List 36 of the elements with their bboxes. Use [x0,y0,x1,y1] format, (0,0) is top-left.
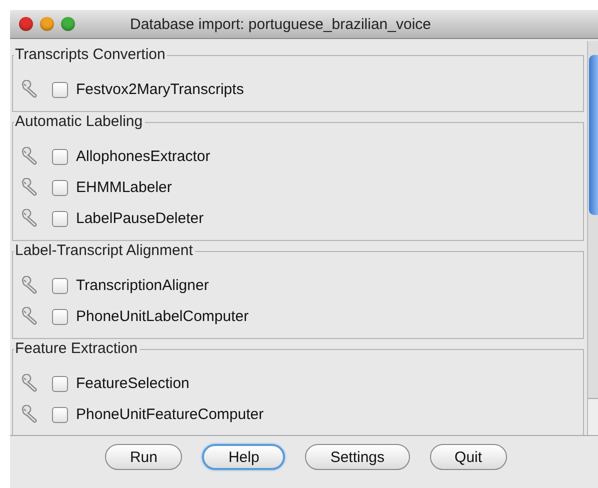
wrench-icon[interactable] [20,404,40,424]
checkbox-label: LabelPauseDeleter [76,210,204,227]
checkbox-label: PhoneUnitFeatureComputer [76,406,264,423]
close-button[interactable] [19,17,33,31]
dialog-button[interactable]: Quit [430,444,508,470]
checkbox[interactable] [52,308,68,324]
zoom-button[interactable] [61,17,75,31]
group-title: Automatic Labeling [14,113,145,130]
scrollbar[interactable] [587,41,598,435]
checkbox[interactable] [52,180,68,196]
checkbox[interactable] [52,278,68,294]
dialog-button[interactable]: Help [202,444,286,470]
window-title: Database import: portuguese_brazilian_voice [130,16,432,32]
minimize-button[interactable] [40,17,54,31]
checkbox-label: TranscriptionAligner [76,277,209,294]
wrench-icon[interactable] [20,374,40,394]
wrench-icon[interactable] [20,146,40,166]
checkbox-label: AllophonesExtractor [76,148,210,165]
checkbox-label: Festvox2MaryTranscripts [76,81,244,98]
wrench-icon[interactable] [20,208,40,228]
group-title: Label-Transcript Alignment [14,242,195,259]
dialog-button[interactable]: Settings [305,444,410,470]
wrench-icon[interactable] [20,80,40,100]
checkbox[interactable] [52,148,68,164]
wrench-icon[interactable] [20,306,40,326]
wrench-icon[interactable] [20,276,40,296]
checkbox[interactable] [52,210,68,226]
group-title: Transcripts Convertion [14,46,168,63]
wrench-icon[interactable] [20,178,40,198]
checkbox-label: PhoneUnitLabelComputer [76,308,249,325]
dialog-button[interactable]: Run [104,444,182,470]
checkbox-label: FeatureSelection [76,375,190,392]
checkbox-label: EHMMLabeler [76,179,172,196]
checkbox[interactable] [52,406,68,422]
checkbox[interactable] [52,82,68,98]
checkbox[interactable] [52,376,68,392]
